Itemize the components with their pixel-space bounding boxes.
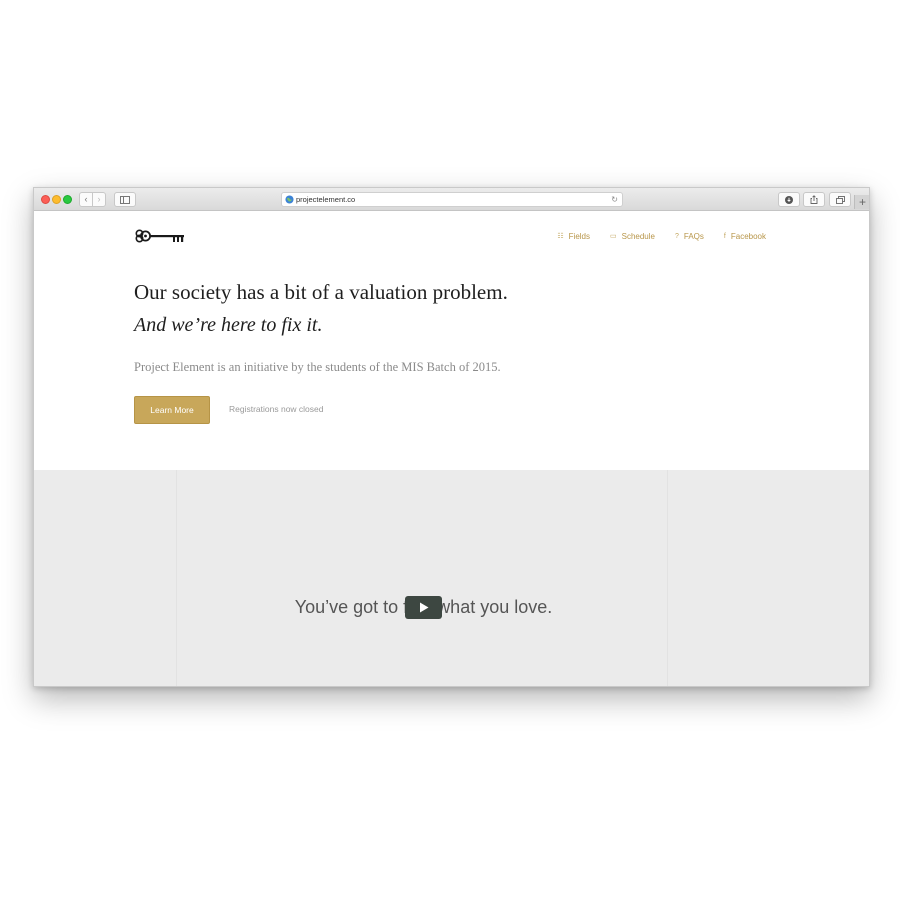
minimize-window-button[interactable]: [52, 195, 61, 204]
globe-icon: [285, 195, 294, 204]
nav-item-label: FAQs: [683, 232, 704, 241]
zoom-window-button[interactable]: [63, 195, 72, 204]
new-tab-button[interactable]: +: [854, 195, 869, 209]
nav-item-label: Facebook: [730, 232, 766, 241]
hero-subheadline: And we’re here to fix it.: [134, 314, 323, 336]
calendar-icon: ▭: [610, 233, 617, 240]
video-frame-edge: [667, 470, 668, 686]
back-button[interactable]: ‹: [79, 192, 93, 207]
video-frame-edge: [176, 470, 177, 686]
main-nav: ☷ Fields ▭ Schedule ? FAQs f Facebook: [557, 232, 766, 242]
registration-status: Registrations now closed: [229, 404, 324, 414]
download-icon: [785, 195, 793, 204]
browser-window: ‹ › projectelement.co ↻ + ☷ Fields ▭ Sch…: [33, 187, 870, 687]
video-player[interactable]: You’ve got to find what you love.: [34, 470, 869, 686]
grid-icon: ☷: [557, 233, 564, 240]
nav-item-faqs[interactable]: ? FAQs: [675, 232, 704, 242]
downloads-button[interactable]: [778, 192, 800, 207]
sidebar-icon: [120, 195, 130, 204]
plus-icon: +: [858, 195, 866, 209]
nav-item-fields[interactable]: ☷ Fields: [557, 232, 590, 242]
forward-icon: ›: [97, 194, 101, 204]
show-tabs-button[interactable]: [829, 192, 851, 207]
reload-icon[interactable]: ↻: [611, 194, 618, 205]
nav-item-label: Schedule: [621, 232, 655, 241]
question-icon: ?: [674, 233, 679, 240]
address-bar[interactable]: projectelement.co ↻: [281, 192, 623, 207]
share-button[interactable]: [803, 192, 825, 207]
hero-headline: Our society has a bit of a valuation pro…: [134, 280, 508, 304]
web-page: ☷ Fields ▭ Schedule ? FAQs f Facebook Ou…: [34, 211, 869, 686]
browser-toolbar: ‹ › projectelement.co ↻ +: [34, 188, 869, 211]
hero-intro: Project Element is an initiative by the …: [134, 360, 501, 374]
url-text: projectelement.co: [296, 195, 356, 204]
share-icon: [810, 195, 818, 204]
key-icon[interactable]: [135, 226, 187, 246]
tabs-icon: [835, 195, 845, 204]
facebook-icon: f: [723, 233, 726, 240]
nav-item-facebook[interactable]: f Facebook: [724, 232, 766, 242]
sidebar-toggle-button[interactable]: [114, 192, 136, 207]
back-icon: ‹: [84, 194, 88, 204]
nav-item-schedule[interactable]: ▭ Schedule: [610, 232, 655, 242]
nav-item-label: Fields: [568, 232, 590, 241]
close-window-button[interactable]: [41, 195, 50, 204]
play-button[interactable]: [405, 596, 442, 619]
learn-more-button[interactable]: Learn More: [134, 396, 210, 424]
play-icon: [419, 602, 428, 613]
forward-button[interactable]: ›: [92, 192, 106, 207]
